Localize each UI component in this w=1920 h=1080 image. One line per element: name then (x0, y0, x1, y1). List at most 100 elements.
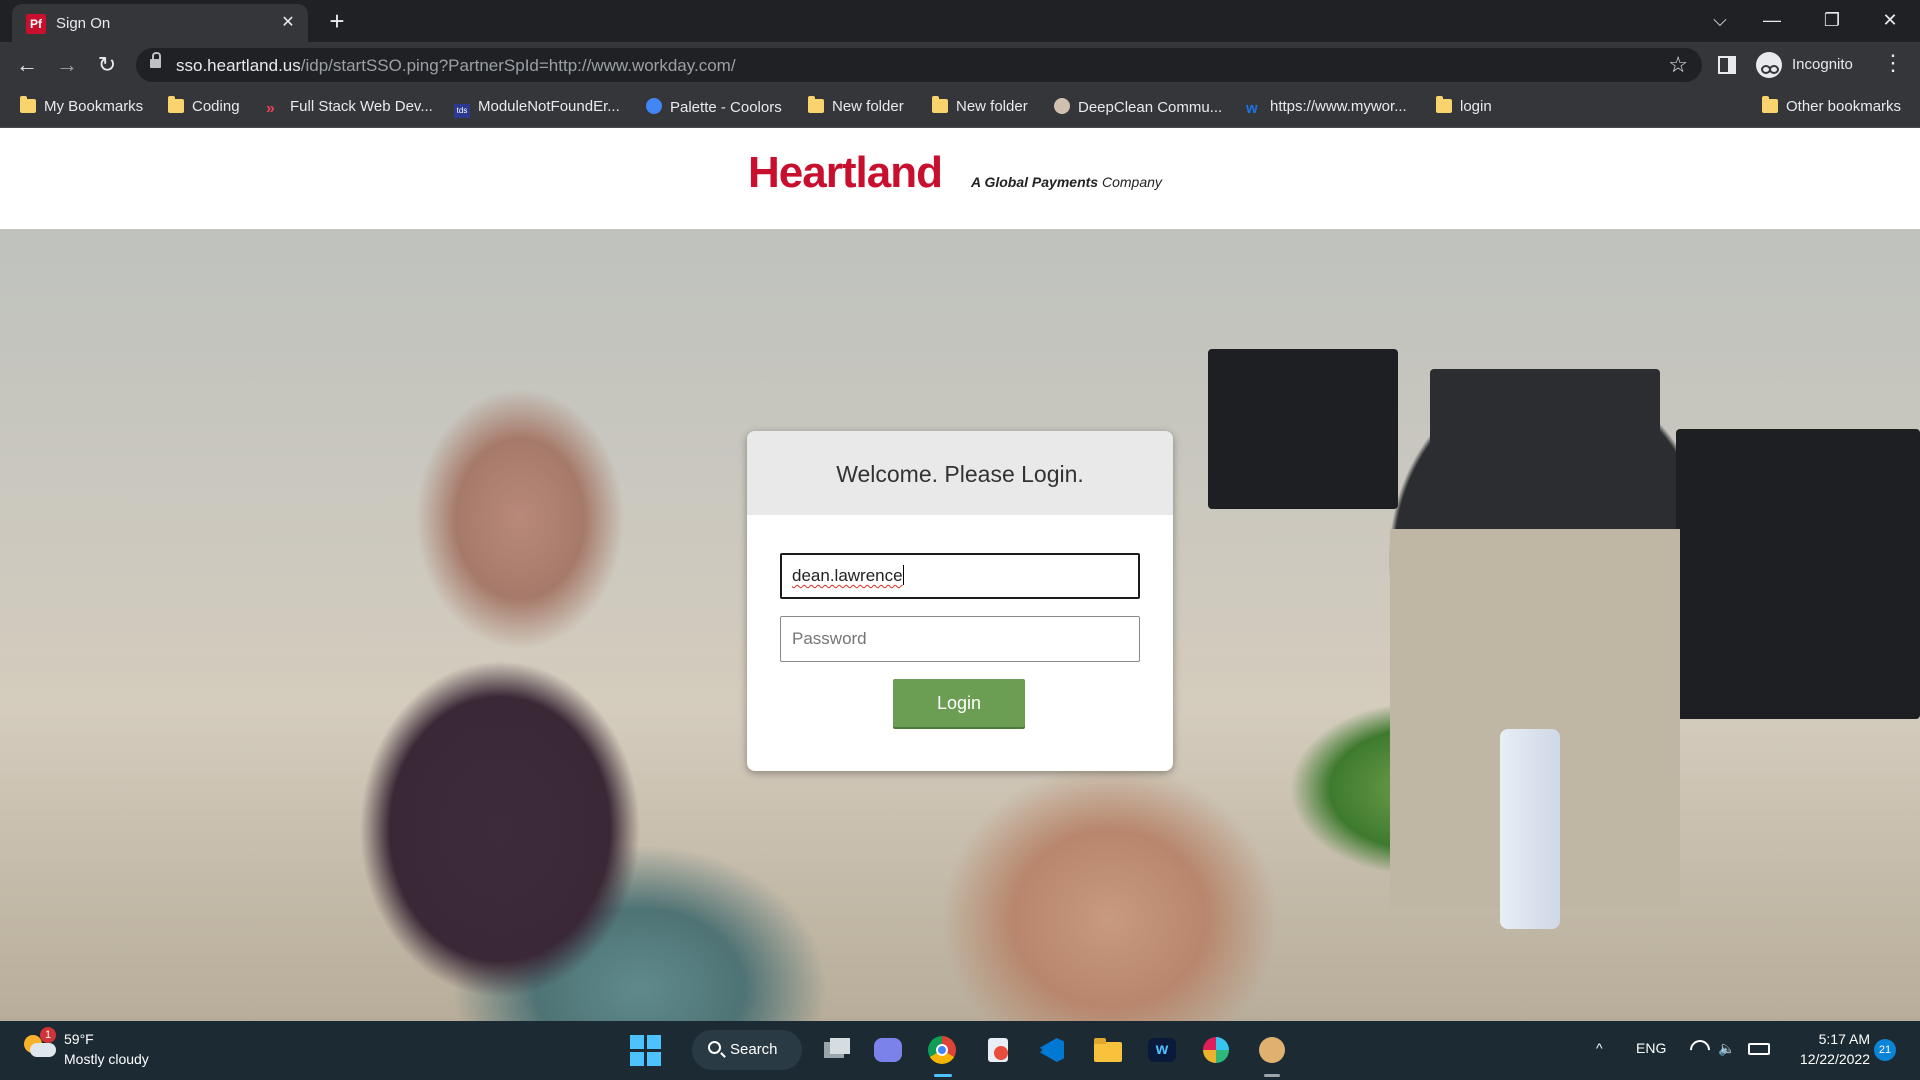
bookmark-label: New folder (832, 98, 904, 115)
clock-time[interactable]: 5:17 AM (1808, 1031, 1870, 1047)
tagline-bold: A Global Payments (971, 174, 1099, 190)
folder-icon (1436, 96, 1452, 113)
bookmark-full-stack[interactable]: » Full Stack Web Dev... (266, 98, 433, 118)
bookmark-label: login (1460, 98, 1492, 115)
running-app-indicator (1264, 1074, 1280, 1077)
bookmark-label: Coding (192, 98, 240, 115)
login-title: Welcome. Please Login. (836, 461, 1084, 487)
monitor-shape (1208, 349, 1398, 509)
tagline-rest: Company (1098, 174, 1162, 190)
bookmark-coolors[interactable]: Palette - Coolors (646, 98, 782, 118)
login-button[interactable]: Login (893, 679, 1025, 727)
bookmark-new-folder-2[interactable]: New folder (932, 96, 1028, 118)
snipping-tool-icon[interactable] (982, 1034, 1014, 1066)
folder-icon (932, 96, 948, 113)
file-explorer-icon[interactable] (1092, 1034, 1124, 1066)
workday-icon: w (1246, 100, 1258, 117)
minimize-button[interactable]: — (1752, 6, 1792, 34)
language-indicator[interactable]: ENG (1636, 1040, 1666, 1056)
task-view-icon[interactable] (820, 1034, 852, 1066)
active-app-indicator (934, 1074, 952, 1077)
bookmark-star-icon[interactable]: ☆ (1668, 52, 1688, 78)
back-button[interactable]: ← (12, 50, 42, 80)
bookmark-label: https://www.mywor... (1270, 98, 1407, 115)
tab-title: Sign On (56, 15, 111, 32)
site-header: Heartland A Global Payments Company (0, 128, 1920, 229)
vscode-icon[interactable] (1036, 1034, 1068, 1066)
password-placeholder: Password (792, 629, 867, 648)
tab-favicon-icon: Pf (26, 14, 46, 34)
tab-search-icon[interactable]: ⌵ (1700, 6, 1740, 34)
username-value: dean.lawrence (792, 566, 903, 585)
address-bar[interactable]: sso.heartland.us/idp/startSSO.ping?Partn… (136, 48, 1702, 82)
clock-date[interactable]: 12/22/2022 (1790, 1051, 1870, 1067)
wifi-icon[interactable] (1685, 1035, 1715, 1065)
taskbar-search[interactable]: Search (692, 1030, 802, 1070)
browser-tabstrip: Pf Sign On ✕ + ⌵ — ❐ ✕ (0, 0, 1920, 42)
heartland-logo: Heartland (748, 148, 943, 197)
tab-close-icon[interactable]: ✕ (278, 13, 298, 33)
bookmarks-bar: My Bookmarks Coding » Full Stack Web Dev.… (0, 88, 1920, 128)
browser-menu-icon[interactable]: ⋮ (1882, 50, 1904, 76)
side-panel-icon[interactable] (1718, 56, 1736, 74)
notification-badge[interactable]: 21 (1874, 1039, 1896, 1061)
bookmark-new-folder-1[interactable]: New folder (808, 96, 904, 118)
other-bookmarks[interactable]: Other bookmarks (1762, 96, 1902, 118)
browser-toolbar: ← → ↻ sso.heartland.us/idp/startSSO.ping… (0, 42, 1920, 88)
tds-icon: tds (454, 104, 470, 118)
bookmark-login[interactable]: login (1436, 96, 1492, 118)
folder-icon (168, 96, 184, 113)
search-icon (708, 1041, 721, 1054)
bookmark-label: New folder (956, 98, 1028, 115)
username-field[interactable]: dean.lawrence (780, 553, 1140, 599)
volume-icon[interactable]: 🔈 (1718, 1040, 1735, 1057)
user-avatar-app-icon[interactable] (1256, 1034, 1288, 1066)
weather-badge: 1 (40, 1027, 56, 1043)
forward-button[interactable]: → (52, 50, 82, 80)
bookmark-label: DeepClean Commu... (1078, 99, 1223, 116)
chrome-icon[interactable] (926, 1034, 958, 1066)
url-text[interactable]: sso.heartland.us/idp/startSSO.ping?Partn… (176, 56, 736, 76)
bookmark-deepclean[interactable]: DeepClean Commu... (1054, 98, 1222, 118)
taskbar-search-label: Search (730, 1041, 778, 1058)
workday-app-icon[interactable]: w (1146, 1034, 1178, 1066)
close-window-button[interactable]: ✕ (1870, 6, 1910, 34)
url-path: /idp/startSSO.ping?PartnerSpId=http://ww… (300, 56, 736, 75)
incognito-icon[interactable] (1756, 52, 1782, 78)
login-card: Welcome. Please Login. dean.lawrence Pas… (747, 431, 1173, 771)
bookmark-myworkday[interactable]: w https://www.mywor... (1246, 98, 1407, 118)
folder-icon (20, 96, 36, 113)
bookmark-my-bookmarks[interactable]: My Bookmarks (20, 96, 144, 118)
monitor-shape (1676, 429, 1920, 719)
avatar-icon (1054, 98, 1070, 114)
teams-chat-icon[interactable] (872, 1034, 904, 1066)
windows-start-icon[interactable] (630, 1035, 661, 1066)
weather-condition[interactable]: Mostly cloudy (64, 1051, 149, 1067)
spray-can-shape (1500, 729, 1560, 929)
incognito-label[interactable]: Incognito (1792, 56, 1853, 73)
bookmark-label: My Bookmarks (44, 98, 144, 115)
slack-icon[interactable] (1200, 1034, 1232, 1066)
url-host: sso.heartland.us (176, 56, 301, 75)
new-tab-button[interactable]: + (322, 6, 352, 36)
bookmark-label: Palette - Coolors (670, 99, 782, 116)
bookmark-module-not-found[interactable]: tds ModuleNotFoundEr... (454, 98, 620, 118)
tab-sign-on[interactable]: Pf Sign On ✕ (12, 4, 308, 42)
bookmark-coding[interactable]: Coding (168, 96, 240, 118)
office-background-image: Welcome. Please Login. dean.lawrence Pas… (0, 229, 1920, 1021)
coolors-icon (646, 98, 662, 114)
restore-button[interactable]: ❐ (1812, 6, 1852, 34)
page-viewport: Heartland A Global Payments Company Welc… (0, 128, 1920, 1021)
login-card-header: Welcome. Please Login. (747, 431, 1173, 515)
chevron-logo-icon: » (266, 100, 275, 117)
tray-overflow-icon[interactable]: ^ (1596, 1040, 1603, 1056)
reload-button[interactable]: ↻ (92, 50, 122, 80)
windows-taskbar: 1 59°F Mostly cloudy Search w ^ ENG 🔈 5:… (0, 1021, 1920, 1080)
folder-icon (1762, 96, 1778, 113)
bookmark-label: Other bookmarks (1786, 98, 1902, 115)
password-field[interactable]: Password (780, 616, 1140, 662)
weather-temperature[interactable]: 59°F (64, 1031, 94, 1047)
bookmark-label: ModuleNotFoundEr... (478, 98, 620, 115)
lock-icon[interactable] (150, 52, 161, 69)
battery-icon[interactable] (1748, 1043, 1770, 1055)
